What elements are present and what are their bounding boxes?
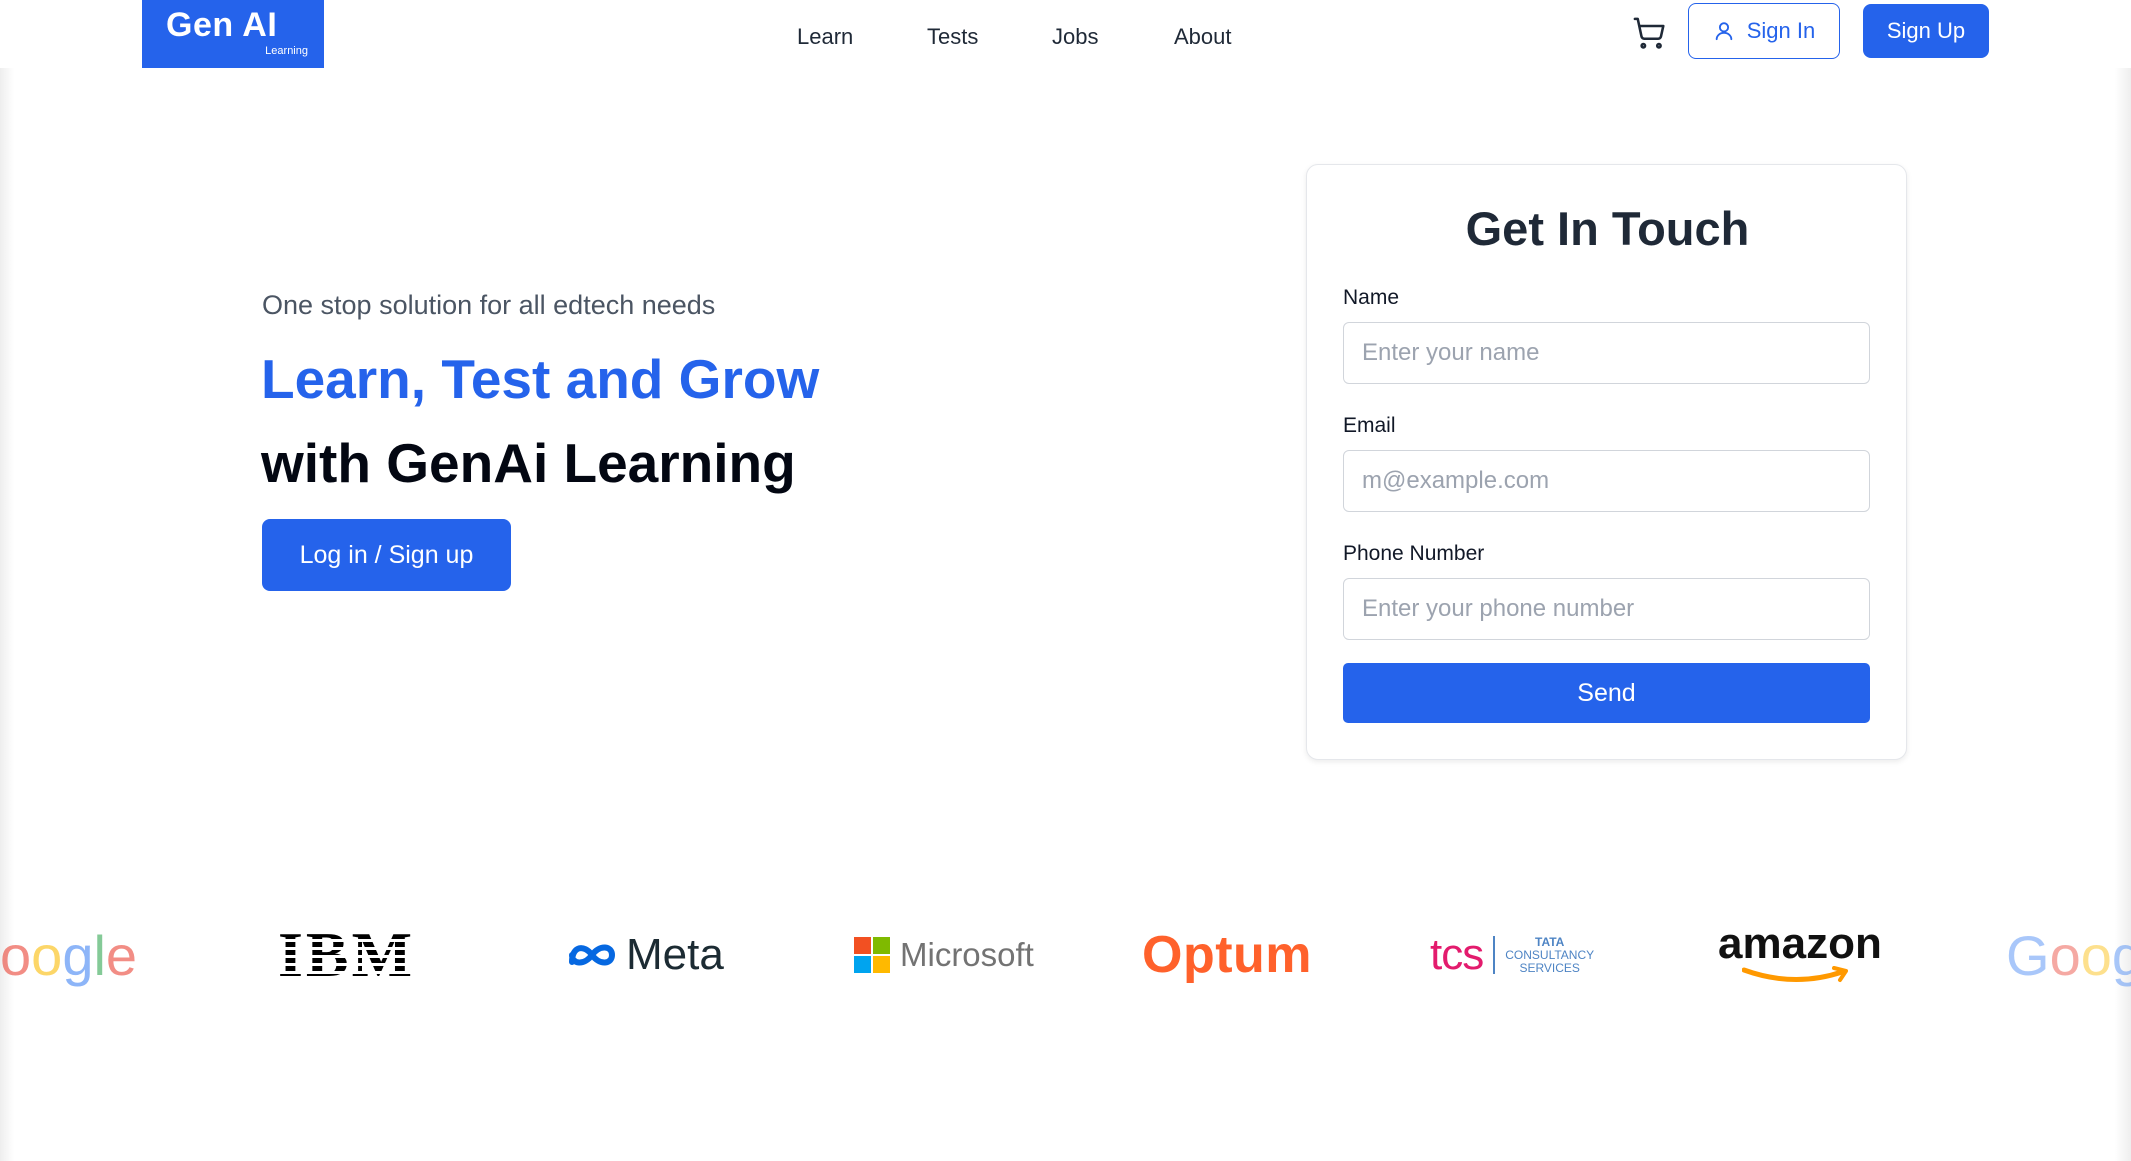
name-input[interactable] bbox=[1343, 322, 1870, 384]
name-label: Name bbox=[1343, 286, 1400, 309]
amazon-text: amazon bbox=[1718, 918, 1882, 968]
amazon-logo: amazon bbox=[1718, 915, 1882, 995]
nav-jobs[interactable]: Jobs bbox=[1052, 22, 1098, 52]
microsoft-squares-icon bbox=[854, 937, 890, 973]
meta-text: Meta bbox=[626, 930, 724, 979]
meta-logo: Meta bbox=[566, 915, 724, 995]
sign-up-label: Sign Up bbox=[1886, 18, 1966, 43]
ibm-text: IBM bbox=[278, 919, 415, 990]
nav-tests[interactable]: Tests bbox=[927, 22, 978, 52]
google-right-text: Goog bbox=[2006, 923, 2131, 987]
phone-label: Phone Number bbox=[1343, 542, 1485, 565]
logo-subtitle: Learning bbox=[265, 45, 308, 57]
google-left-text: oogle bbox=[0, 923, 138, 987]
email-input[interactable] bbox=[1343, 450, 1870, 512]
email-label: Email bbox=[1343, 414, 1396, 437]
login-signup-button[interactable]: Log in / Sign up bbox=[262, 519, 511, 591]
tcs-wordmark: TATA CONSULTANCY SERVICES bbox=[1505, 934, 1595, 975]
tcs-line-1: TATA bbox=[1535, 934, 1565, 949]
meta-infinity-icon bbox=[566, 940, 618, 970]
logo-title: Gen AI bbox=[166, 6, 278, 44]
user-icon bbox=[1713, 20, 1735, 42]
nav-learn[interactable]: Learn bbox=[797, 22, 853, 52]
login-signup-label: Log in / Sign up bbox=[299, 540, 474, 569]
tcs-line-3: SERVICES bbox=[1519, 960, 1580, 975]
hero-headline-accent: Learn, Test and Grow bbox=[261, 348, 820, 410]
brand-logo[interactable]: Gen AI Learning bbox=[142, 0, 324, 68]
send-button[interactable]: Send bbox=[1343, 663, 1870, 723]
microsoft-text: Microsoft bbox=[900, 936, 1034, 973]
sign-in-button[interactable]: Sign In bbox=[1688, 3, 1840, 59]
sign-up-button[interactable]: Sign Up bbox=[1863, 4, 1989, 58]
google-logo-left: oogle bbox=[0, 915, 137, 995]
send-label: Send bbox=[1577, 678, 1636, 707]
optum-logo: Optum bbox=[1142, 915, 1312, 995]
cart-icon[interactable] bbox=[1632, 16, 1666, 50]
tcs-mark-text: tcs bbox=[1430, 930, 1484, 979]
sign-in-label: Sign In bbox=[1746, 18, 1816, 43]
optum-text: Optum bbox=[1142, 926, 1313, 984]
nav-about[interactable]: About bbox=[1174, 22, 1232, 52]
phone-input[interactable] bbox=[1343, 578, 1870, 640]
tcs-logo: tcs TATA CONSULTANCY SERVICES bbox=[1430, 915, 1594, 995]
ibm-logo: IBM bbox=[278, 915, 415, 995]
google-logo-right: Goog bbox=[2006, 915, 2131, 995]
tcs-divider bbox=[1493, 936, 1496, 974]
hero-tagline: One stop solution for all edtech needs bbox=[262, 290, 716, 320]
contact-form-card: Get In Touch Name Email Phone Number Sen… bbox=[1306, 164, 1907, 760]
page-edge-left bbox=[0, 68, 14, 1161]
tcs-line-2: CONSULTANCY bbox=[1505, 947, 1595, 962]
microsoft-logo: Microsoft bbox=[854, 915, 1034, 995]
hero-headline-main: with GenAi Learning bbox=[261, 432, 796, 494]
contact-title: Get In Touch bbox=[1465, 202, 1750, 255]
top-navbar: Gen AI Learning Learn Tests Jobs About S… bbox=[0, 0, 2131, 68]
amazon-smile-icon bbox=[1741, 965, 1852, 989]
page-edge-right bbox=[2115, 68, 2131, 1161]
